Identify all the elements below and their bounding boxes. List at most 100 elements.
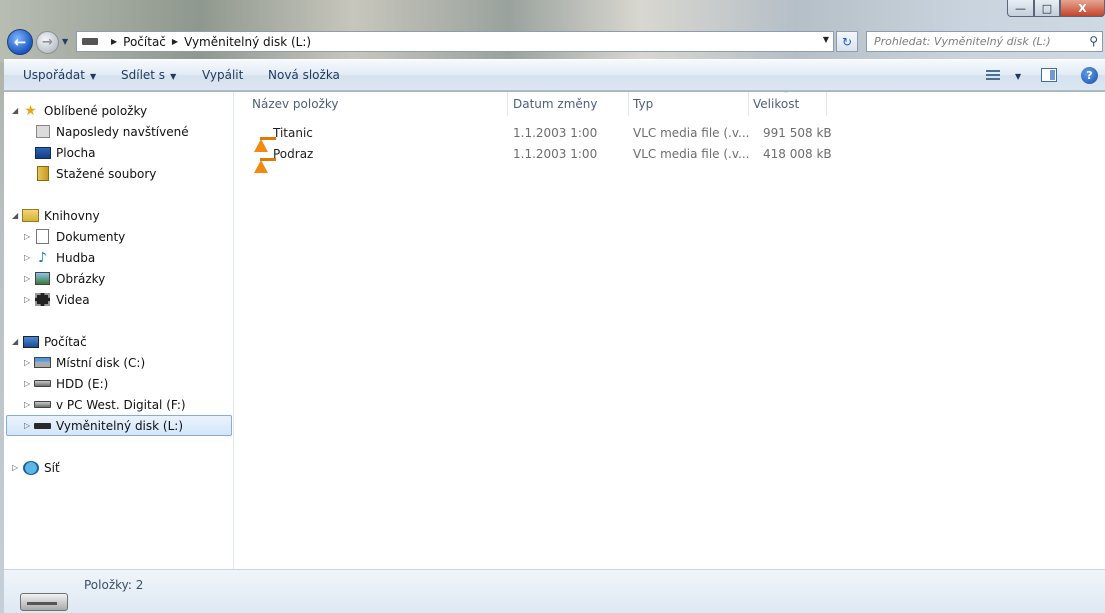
tree-item-music[interactable]: ▷ ♪ Hudba — [24, 247, 95, 268]
tree-label: Knihovny — [44, 208, 100, 223]
chevron-down-icon: ▼ — [170, 72, 177, 81]
chevron-down-icon[interactable]: ▼ — [1015, 72, 1021, 81]
organize-label: Uspořádat — [23, 68, 85, 82]
documents-icon — [34, 229, 51, 245]
desktop-icon — [34, 145, 51, 161]
music-note-icon: ♪ — [38, 249, 47, 266]
help-icon[interactable]: ? — [1081, 67, 1098, 84]
file-type: VLC media file (.v... — [633, 126, 750, 140]
tree-label: Počítač — [44, 334, 87, 349]
address-bar[interactable]: ▶ Počítač ▶ Vyměnitelný disk (L:) ▼ — [76, 31, 834, 52]
tree-label: Síť — [44, 460, 60, 475]
collapsed-icon[interactable]: ▷ — [24, 253, 34, 262]
tree-label: Hudba — [56, 250, 96, 265]
burn-button[interactable]: Vypálit — [202, 68, 243, 82]
chevron-right-icon[interactable]: ▶ — [172, 37, 178, 46]
file-date: 1.1.2003 1:00 — [513, 126, 598, 140]
tree-item-documents[interactable]: ▷ Dokumenty — [24, 226, 125, 247]
breadcrumb-removable-disk[interactable]: Vyměnitelný disk (L:) — [184, 35, 311, 49]
tree-label: Místní disk (C:) — [56, 355, 146, 370]
tree-label: v PC West. Digital (F:) — [56, 397, 186, 412]
tree-item-local-disk-c[interactable]: ▷ Místní disk (C:) — [24, 352, 145, 373]
maximize-button[interactable]: □ — [1034, 0, 1060, 17]
collapsed-icon[interactable]: ▷ — [24, 421, 34, 430]
file-date: 1.1.2003 1:00 — [513, 147, 598, 161]
chevron-down-icon[interactable]: ▼ — [823, 35, 829, 44]
pictures-icon — [34, 271, 51, 287]
organize-button[interactable]: Uspořádat ▼ — [23, 68, 96, 82]
removable-drive-icon — [34, 418, 51, 434]
tree-item-wd-f[interactable]: ▷ v PC West. Digital (F:) — [24, 394, 186, 415]
close-button[interactable]: X — [1060, 0, 1105, 17]
libraries-icon — [22, 208, 39, 224]
minimize-button[interactable]: — — [1007, 0, 1034, 17]
collapsed-icon[interactable]: ▷ — [24, 358, 34, 367]
chevron-right-icon[interactable]: ▶ — [111, 37, 117, 46]
tree-item-hdd-e[interactable]: ▷ HDD (E:) — [24, 373, 108, 394]
sort-icon: ⌃ — [783, 90, 789, 98]
file-row[interactable]: Titanic 1.1.2003 1:00 VLC media file (.v… — [234, 122, 834, 152]
share-button[interactable]: Sdílet s ▼ — [121, 68, 176, 82]
file-list: Název položky Datum změny Typ ⌃ Velikost… — [234, 90, 1105, 569]
command-toolbar: Uspořádat ▼ Sdílet s ▼ Vypálit Nová složka… — [4, 59, 1105, 91]
refresh-button[interactable]: ↻ — [836, 31, 858, 52]
collapsed-icon[interactable]: ▷ — [24, 274, 34, 283]
column-header-size[interactable]: ⌃ Velikost — [749, 90, 827, 116]
vlc-icon — [254, 146, 276, 173]
column-header-type[interactable]: Typ — [629, 92, 749, 116]
back-button[interactable]: ← — [7, 29, 33, 55]
expanded-icon[interactable]: ◢ — [12, 337, 22, 346]
tree-computer[interactable]: ◢ Počítač — [12, 331, 87, 352]
tree-label: HDD (E:) — [56, 376, 109, 391]
drive-icon — [82, 38, 98, 45]
file-size: 991 508 kB — [763, 126, 832, 140]
network-icon — [22, 460, 39, 476]
collapsed-icon[interactable]: ▷ — [24, 400, 34, 409]
column-header-name[interactable]: Název položky — [248, 92, 508, 116]
recent-places-icon — [34, 124, 51, 140]
tree-item-pictures[interactable]: ▷ Obrázky — [24, 268, 105, 289]
file-row[interactable]: Podraz 1.1.2003 1:00 VLC media file (.v.… — [234, 143, 834, 173]
new-folder-button[interactable]: Nová složka — [268, 68, 340, 82]
chevron-down-icon: ▼ — [89, 72, 97, 81]
navigation-bar: ← → ▼ ▶ Počítač ▶ Vyměnitelný disk (L:) … — [0, 28, 1105, 56]
collapsed-icon[interactable]: ▷ — [24, 295, 34, 304]
tree-item-desktop[interactable]: Plocha — [34, 142, 95, 163]
tree-item-recent-places[interactable]: Naposledy navštívené — [34, 121, 189, 142]
search-input[interactable] — [867, 32, 1067, 51]
preview-pane-icon[interactable] — [1041, 68, 1057, 82]
tree-item-downloads[interactable]: Stažené soubory — [34, 163, 156, 184]
items-count: Položky: 2 — [84, 578, 144, 592]
expanded-icon[interactable]: ◢ — [12, 106, 22, 115]
file-name: Podraz — [273, 147, 314, 161]
tree-favorites[interactable]: ◢ ★ Oblíbené položky — [12, 100, 147, 121]
collapsed-icon[interactable]: ▷ — [12, 463, 22, 472]
forward-button[interactable]: → — [36, 31, 59, 54]
search-icon[interactable]: ⚲ — [1089, 34, 1098, 48]
share-label: Sdílet s — [121, 68, 166, 82]
computer-icon — [22, 334, 39, 350]
expanded-icon[interactable]: ◢ — [12, 211, 22, 220]
column-header-date[interactable]: Datum změny — [509, 92, 629, 116]
tree-network[interactable]: ▷ Síť — [12, 457, 60, 478]
recent-pages-dropdown[interactable]: ▼ — [62, 37, 68, 46]
star-icon: ★ — [24, 102, 37, 119]
hard-drive-icon — [34, 376, 51, 392]
change-view-icon[interactable] — [986, 70, 1000, 82]
tree-libraries[interactable]: ◢ Knihovny — [12, 205, 100, 226]
caption-buttons: — □ X — [1007, 0, 1105, 17]
search-box[interactable]: ⚲ — [866, 31, 1103, 52]
videos-icon — [34, 292, 51, 308]
tree-item-removable-l[interactable]: ▷ Vyměnitelný disk (L:) — [6, 415, 232, 436]
hard-drive-icon — [34, 397, 51, 413]
tree-label: Oblíbené položky — [44, 103, 148, 118]
tree-item-videos[interactable]: ▷ Videa — [24, 289, 90, 310]
collapsed-icon[interactable]: ▷ — [24, 232, 34, 241]
file-type: VLC media file (.v... — [633, 147, 750, 161]
tree-label: Stažené soubory — [56, 166, 157, 181]
tree-label: Obrázky — [56, 271, 106, 286]
downloads-icon — [34, 166, 51, 182]
breadcrumb-computer[interactable]: Počítač — [123, 35, 166, 49]
collapsed-icon[interactable]: ▷ — [24, 379, 34, 388]
file-size: 418 008 kB — [763, 147, 832, 161]
